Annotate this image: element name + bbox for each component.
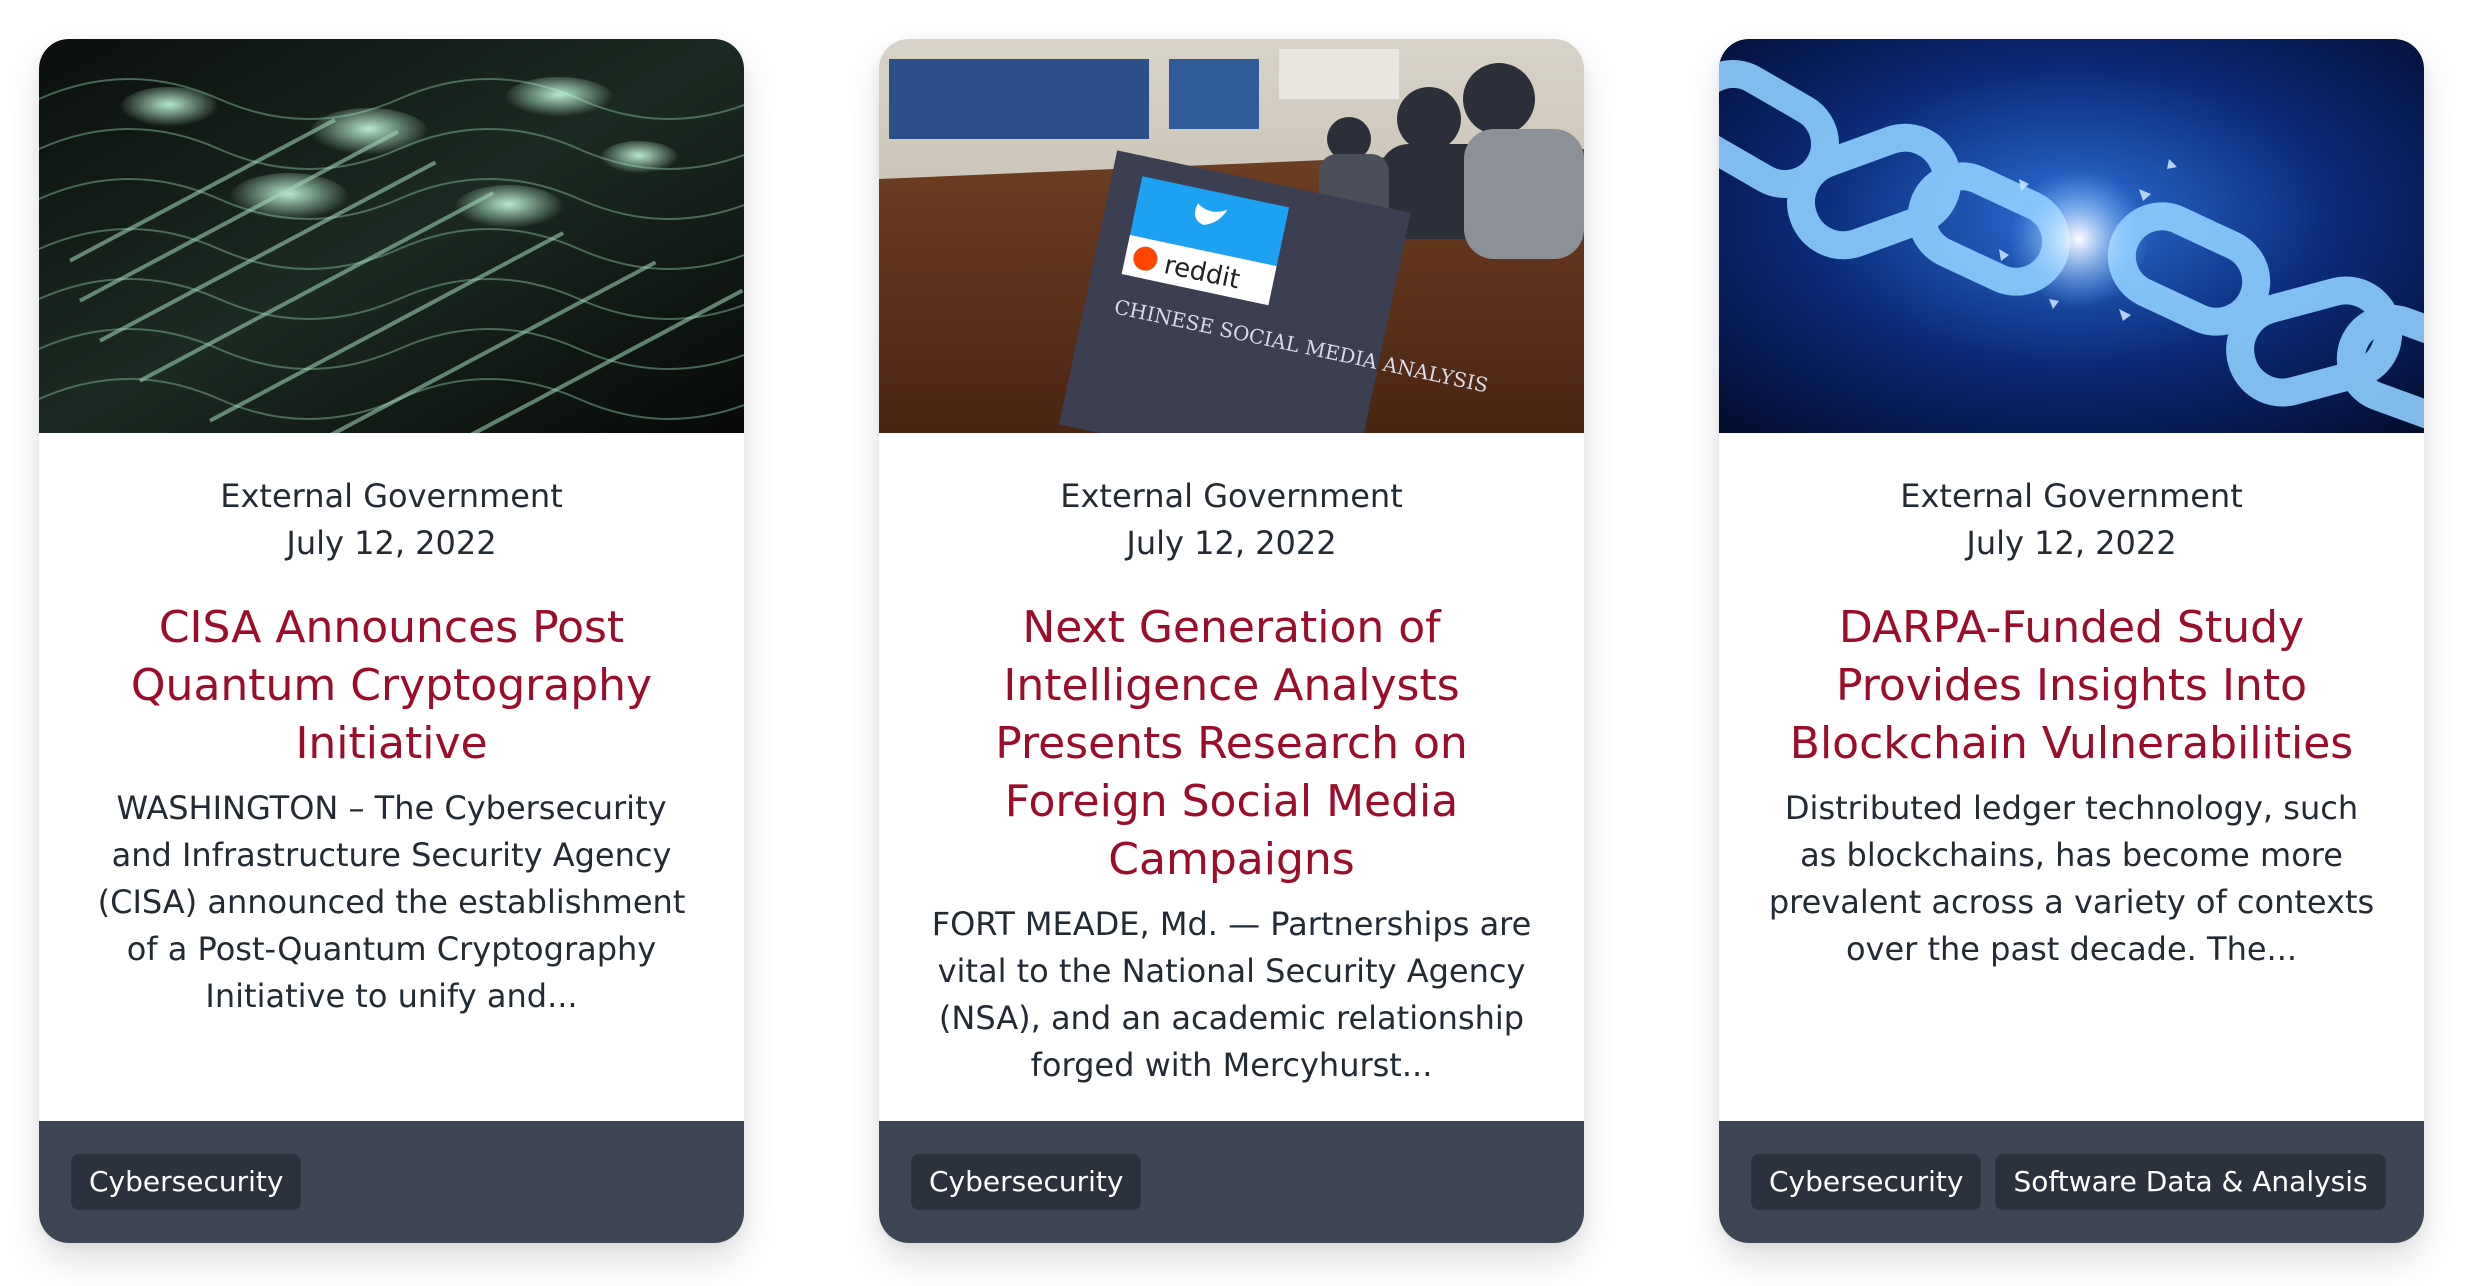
article-date: July 12, 2022 [1966,524,2177,562]
article-title-link[interactable]: DARPA-Funded Study Provides Insights Int… [1763,599,2380,773]
article-excerpt: WASHINGTON – The Cybersecurity and Infra… [97,789,686,1015]
article-tags-footer: Cybersecurity [39,1121,744,1243]
article-excerpt: Distributed ledger technology, such as b… [1768,789,2375,968]
article-category: External Government [220,477,563,515]
article-image[interactable]: reddit CHINESE SOCIAL MEDIA ANALYSIS [879,39,1584,433]
broken-chain-image [1719,39,2424,433]
article-card-grid: External Government July 12, 2022 CISA A… [0,0,2466,1286]
article-image[interactable] [1719,39,2424,433]
article-category: External Government [1060,477,1403,515]
quantum-code-image [39,39,744,433]
article-title-link[interactable]: Next Generation of Intelligence Analysts… [923,599,1540,889]
tag-cybersecurity[interactable]: Cybersecurity [71,1154,302,1210]
article-body: External Government July 12, 2022 CISA A… [39,433,744,1121]
article-title-link[interactable]: CISA Announces Post Quantum Cryptography… [83,599,700,773]
article-card[interactable]: reddit CHINESE SOCIAL MEDIA ANALYSIS Ext… [879,39,1584,1243]
article-body: External Government July 12, 2022 Next G… [879,433,1584,1121]
tag-software-data-analysis[interactable]: Software Data & Analysis [1995,1154,2386,1210]
article-tags-footer: Cybersecurity Software Data & Analysis [1719,1121,2424,1243]
article-excerpt: FORT MEADE, Md. — Partnerships are vital… [931,905,1532,1084]
article-date: July 12, 2022 [1126,524,1337,562]
article-category: External Government [1900,477,2243,515]
article-image[interactable] [39,39,744,433]
tag-cybersecurity[interactable]: Cybersecurity [911,1154,1142,1210]
article-body: External Government July 12, 2022 DARPA-… [1719,433,2424,1121]
article-card[interactable]: External Government July 12, 2022 DARPA-… [1719,39,2424,1243]
tag-cybersecurity[interactable]: Cybersecurity [1751,1154,1982,1210]
article-card[interactable]: External Government July 12, 2022 CISA A… [39,39,744,1243]
conference-room-image: reddit CHINESE SOCIAL MEDIA ANALYSIS [879,39,1584,433]
article-tags-footer: Cybersecurity [879,1121,1584,1243]
article-date: July 12, 2022 [286,524,497,562]
